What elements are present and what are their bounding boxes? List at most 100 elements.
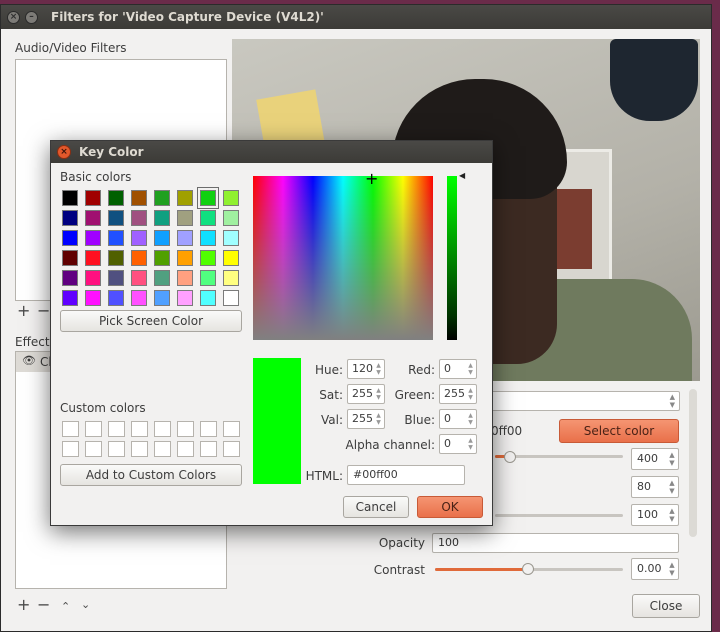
basic-color-swatch[interactable]	[200, 250, 216, 266]
contrast-spinbox[interactable]: 0.00 ▲ ▼	[631, 558, 679, 580]
basic-color-swatch[interactable]	[177, 270, 193, 286]
custom-color-swatch[interactable]	[177, 421, 194, 437]
basic-color-swatch[interactable]	[200, 210, 216, 226]
basic-color-swatch[interactable]	[177, 210, 193, 226]
custom-color-swatch[interactable]	[62, 441, 79, 457]
basic-color-swatch[interactable]	[177, 250, 193, 266]
custom-color-swatch[interactable]	[200, 421, 217, 437]
select-color-button[interactable]: Select color	[559, 419, 679, 443]
basic-color-swatch[interactable]	[85, 230, 101, 246]
basic-color-swatch[interactable]	[200, 190, 216, 206]
basic-color-swatch[interactable]	[62, 190, 78, 206]
basic-color-swatch[interactable]	[131, 290, 147, 306]
similarity-slider-knob[interactable]	[504, 451, 516, 463]
add-audio-filter-button[interactable]: +	[17, 303, 30, 319]
luminance-pointer-icon[interactable]: ◀	[459, 171, 465, 180]
custom-color-swatch[interactable]	[200, 441, 217, 457]
add-to-custom-colors-button[interactable]: Add to Custom Colors	[60, 464, 242, 486]
basic-color-swatch[interactable]	[108, 270, 124, 286]
crosshair-icon[interactable]: +	[365, 171, 378, 187]
basic-color-swatch[interactable]	[154, 190, 170, 206]
hue-spinbox[interactable]: 120 ▲ ▼	[347, 359, 385, 379]
custom-color-swatch[interactable]	[131, 421, 148, 437]
basic-color-swatch[interactable]	[85, 190, 101, 206]
basic-color-swatch[interactable]	[200, 290, 216, 306]
add-effect-button[interactable]: +	[17, 597, 30, 613]
spill-slider[interactable]	[495, 514, 623, 517]
custom-color-swatch[interactable]	[154, 441, 171, 457]
basic-color-swatch[interactable]	[62, 270, 78, 286]
custom-color-swatch[interactable]	[223, 421, 240, 437]
basic-color-swatch[interactable]	[154, 290, 170, 306]
remove-audio-filter-button[interactable]: −	[37, 303, 50, 319]
basic-color-swatch[interactable]	[223, 250, 239, 266]
blue-spinbox[interactable]: 0 ▲ ▼	[439, 409, 477, 429]
pick-screen-color-button[interactable]: Pick Screen Color	[60, 310, 242, 332]
spin-arrows-icon[interactable]: ▲ ▼	[375, 362, 382, 376]
luminance-bar[interactable]	[447, 176, 457, 340]
basic-color-swatch[interactable]	[131, 250, 147, 266]
basic-color-swatch[interactable]	[108, 250, 124, 266]
custom-color-swatch[interactable]	[108, 421, 125, 437]
spin-arrows-icon[interactable]: ▲ ▼	[668, 507, 676, 523]
spin-arrows-icon[interactable]: ▲ ▼	[668, 451, 676, 467]
remove-effect-button[interactable]: −	[37, 597, 50, 613]
basic-color-swatch[interactable]	[85, 290, 101, 306]
custom-color-swatch[interactable]	[108, 441, 125, 457]
custom-color-swatch[interactable]	[154, 421, 171, 437]
minimize-icon[interactable]: –	[25, 11, 38, 24]
alpha-spinbox[interactable]: 0 ▲ ▼	[439, 434, 477, 454]
opacity-field[interactable]: 100	[432, 533, 679, 553]
green-spinbox[interactable]: 255 ▲ ▼	[439, 384, 477, 404]
spin-arrows-icon[interactable]: ▲ ▼	[467, 362, 474, 376]
basic-color-swatch[interactable]	[62, 210, 78, 226]
basic-color-swatch[interactable]	[131, 270, 147, 286]
color-spectrum[interactable]	[253, 176, 433, 340]
basic-color-swatch[interactable]	[177, 230, 193, 246]
val-spinbox[interactable]: 255 ▲ ▼	[347, 409, 385, 429]
basic-color-swatch[interactable]	[223, 270, 239, 286]
basic-color-swatch[interactable]	[223, 230, 239, 246]
cancel-button[interactable]: Cancel	[343, 496, 409, 518]
close-button[interactable]: Close	[632, 594, 700, 618]
basic-color-swatch[interactable]	[85, 210, 101, 226]
move-up-button[interactable]: ⌃	[61, 599, 70, 615]
basic-color-swatch[interactable]	[85, 270, 101, 286]
basic-color-swatch[interactable]	[177, 290, 193, 306]
basic-color-swatch[interactable]	[131, 210, 147, 226]
spin-arrows-icon[interactable]: ▲ ▼	[467, 387, 474, 401]
custom-color-swatch[interactable]	[85, 421, 102, 437]
basic-color-swatch[interactable]	[108, 230, 124, 246]
basic-color-swatch[interactable]	[108, 290, 124, 306]
spin-arrows-icon[interactable]: ▲ ▼	[467, 412, 474, 426]
custom-color-swatch[interactable]	[62, 421, 79, 437]
similarity-spinbox[interactable]: 400 ▲ ▼	[631, 448, 679, 470]
spin-arrows-icon[interactable]: ▲ ▼	[467, 437, 474, 451]
custom-color-swatch[interactable]	[177, 441, 194, 457]
basic-color-swatch[interactable]	[108, 210, 124, 226]
contrast-slider-knob[interactable]	[522, 563, 534, 575]
basic-color-swatch[interactable]	[154, 270, 170, 286]
custom-color-swatch[interactable]	[85, 441, 102, 457]
custom-color-swatch[interactable]	[131, 441, 148, 457]
ok-button[interactable]: OK	[417, 496, 483, 518]
html-color-input[interactable]: #00ff00	[347, 465, 465, 485]
spin-arrows-icon[interactable]: ▲ ▼	[375, 412, 382, 426]
custom-color-swatch[interactable]	[223, 441, 240, 457]
basic-color-swatch[interactable]	[223, 290, 239, 306]
basic-color-swatch[interactable]	[108, 190, 124, 206]
basic-color-swatch[interactable]	[154, 230, 170, 246]
basic-color-swatch[interactable]	[177, 190, 193, 206]
basic-color-swatch[interactable]	[131, 190, 147, 206]
close-icon[interactable]: ×	[57, 145, 71, 159]
basic-color-swatch[interactable]	[154, 210, 170, 226]
spin-arrows-icon[interactable]: ▲ ▼	[668, 479, 676, 495]
basic-color-swatch[interactable]	[131, 230, 147, 246]
basic-color-swatch[interactable]	[154, 250, 170, 266]
spin-arrows-icon[interactable]: ▲ ▼	[668, 561, 676, 577]
basic-color-swatch[interactable]	[62, 230, 78, 246]
move-down-button[interactable]: ⌄	[81, 597, 90, 613]
sat-spinbox[interactable]: 255 ▲ ▼	[347, 384, 385, 404]
basic-color-swatch[interactable]	[62, 250, 78, 266]
basic-color-swatch[interactable]	[62, 290, 78, 306]
